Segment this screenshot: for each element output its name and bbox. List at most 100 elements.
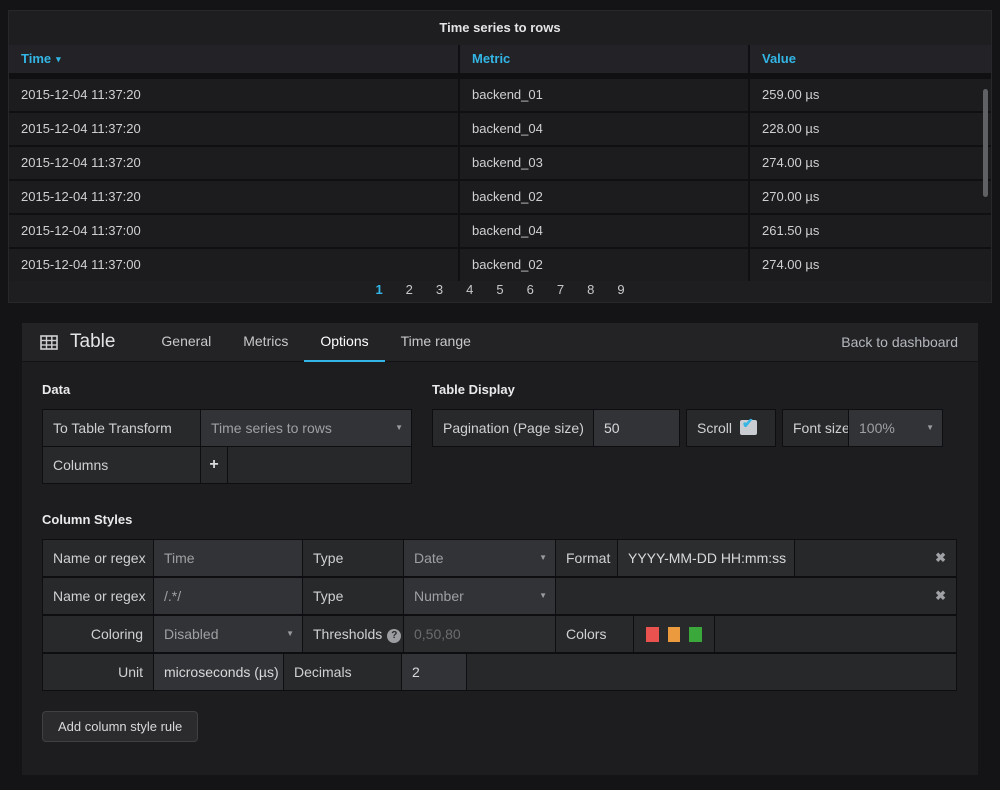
page-number-4[interactable]: 4	[466, 282, 473, 297]
pagination-size-label: Pagination (Page size)	[433, 410, 593, 446]
decimals-input[interactable]: 2	[402, 654, 466, 690]
cell-value: 274.00 µs	[750, 147, 991, 179]
transform-label: To Table Transform	[43, 410, 200, 446]
page-number-5[interactable]: 5	[496, 282, 503, 297]
cell-time: 2015-12-04 11:37:20	[9, 113, 458, 145]
color-swatches	[634, 616, 714, 652]
column-styles-heading: Column Styles	[42, 512, 958, 527]
editor-tabbar: Table General Metrics Options Time range…	[22, 323, 978, 362]
rule2-name-input[interactable]: /.*/	[154, 578, 302, 614]
cell-value: 270.00 µs	[750, 181, 991, 213]
chevron-down-icon: ▼	[539, 578, 547, 614]
threshold-color-red-swatch[interactable]	[646, 627, 659, 642]
unit-label: Unit	[43, 654, 153, 690]
table-display-section: Table Display Pagination (Page size) 50 …	[432, 382, 958, 484]
cell-value: 259.00 µs	[750, 79, 991, 111]
column-styles-grid: Name or regex Time Type Date ▼ Format YY…	[42, 539, 958, 691]
rule1-remove-icon[interactable]: ✖	[935, 540, 946, 576]
threshold-color-orange-swatch[interactable]	[668, 627, 681, 642]
columns-label: Columns	[43, 447, 200, 483]
rule2-filler: ✖	[556, 578, 956, 614]
columns-filler	[228, 447, 411, 483]
editor-content: Data To Table Transform Time series to r…	[22, 362, 978, 762]
cell-value: 274.00 µs	[750, 249, 991, 281]
pagination-size-input[interactable]: 50	[594, 410, 679, 446]
threshold-color-green-swatch[interactable]	[689, 627, 702, 642]
page-number-9[interactable]: 9	[617, 282, 624, 297]
cell-time: 2015-12-04 11:37:00	[9, 215, 458, 247]
rule2-remove-icon[interactable]: ✖	[935, 578, 946, 614]
rule2-type-select[interactable]: Number ▼	[404, 578, 555, 614]
sort-desc-icon: ▾	[56, 54, 61, 64]
chevron-down-icon: ▼	[926, 410, 934, 446]
page-number-6[interactable]: 6	[527, 282, 534, 297]
cell-metric: backend_04	[460, 215, 748, 247]
data-form: To Table Transform Time series to rows ▼…	[42, 409, 412, 484]
scroll-toggle-cell: Scroll✔	[687, 410, 775, 446]
data-heading: Data	[42, 382, 432, 397]
rule1-type-select[interactable]: Date ▼	[404, 540, 555, 576]
cell-value: 228.00 µs	[750, 113, 991, 145]
cell-time: 2015-12-04 11:37:20	[9, 79, 458, 111]
coloring-label: Coloring	[43, 616, 153, 652]
cell-metric: backend_03	[460, 147, 748, 179]
editor-panel-type-title: Table	[70, 331, 115, 353]
tab-time-range[interactable]: Time range	[385, 323, 487, 362]
scroll-checkbox[interactable]: ✔	[740, 420, 757, 435]
chevron-down-icon: ▼	[539, 540, 547, 576]
table-panel: Time series to rows Time▾ Metric Value 2…	[8, 10, 992, 303]
page-number-8[interactable]: 8	[587, 282, 594, 297]
page-number-3[interactable]: 3	[436, 282, 443, 297]
chevron-down-icon: ▼	[286, 616, 294, 652]
rule1-name-label: Name or regex	[43, 540, 153, 576]
cell-value: 261.50 µs	[750, 215, 991, 247]
column-header-time[interactable]: Time▾	[9, 45, 458, 73]
page-number-2[interactable]: 2	[406, 282, 413, 297]
table-grid-icon	[40, 335, 58, 350]
rule2-type-label: Type	[303, 578, 403, 614]
coloring-select[interactable]: Disabled ▼	[154, 616, 302, 652]
thresholds-input[interactable]: 0,50,80	[404, 616, 555, 652]
page-number-7[interactable]: 7	[557, 282, 564, 297]
cell-time: 2015-12-04 11:37:20	[9, 147, 458, 179]
thresholds-label: Thresholds?	[303, 616, 403, 652]
transform-select[interactable]: Time series to rows ▼	[201, 410, 411, 446]
font-size-select[interactable]: 100% ▼	[849, 410, 942, 446]
rule1-type-label: Type	[303, 540, 403, 576]
panel-title: Time series to rows	[9, 11, 991, 44]
cell-time: 2015-12-04 11:37:00	[9, 249, 458, 281]
panel-editor: Table General Metrics Options Time range…	[22, 323, 978, 775]
rule1-name-input[interactable]: Time	[154, 540, 302, 576]
check-icon: ✔	[742, 413, 754, 433]
decimals-label: Decimals	[284, 654, 401, 690]
rule1-filler: ✖	[795, 540, 956, 576]
font-size-label: Font size	[783, 410, 848, 446]
column-header-metric[interactable]: Metric	[460, 45, 748, 73]
coloring-filler	[715, 616, 956, 652]
tab-options[interactable]: Options	[304, 323, 384, 362]
colors-label: Colors	[556, 616, 633, 652]
unit-select[interactable]: microseconds (µs)	[154, 654, 283, 690]
table-grid: Time▾ Metric Value 2015-12-04 11:37:20 b…	[9, 45, 991, 281]
cell-time: 2015-12-04 11:37:20	[9, 181, 458, 213]
data-section: Data To Table Transform Time series to r…	[42, 382, 432, 484]
page-number-1[interactable]: 1	[375, 282, 382, 297]
column-header-value[interactable]: Value	[750, 45, 991, 73]
unit-filler	[467, 654, 956, 690]
add-column-button[interactable]: +	[201, 447, 227, 483]
tab-general[interactable]: General	[145, 323, 227, 362]
rule1-format-select[interactable]: YYYY-MM-DD HH:mm:ss	[618, 540, 794, 576]
table-scrollbar-thumb[interactable]	[983, 89, 988, 197]
chevron-down-icon: ▼	[395, 410, 403, 446]
table-display-heading: Table Display	[432, 382, 958, 397]
cell-metric: backend_04	[460, 113, 748, 145]
cell-metric: backend_02	[460, 181, 748, 213]
help-icon[interactable]: ?	[387, 629, 401, 643]
cell-metric: backend_01	[460, 79, 748, 111]
rule1-format-label: Format	[556, 540, 617, 576]
back-to-dashboard-link[interactable]: Back to dashboard	[841, 334, 964, 350]
pagination: 1 2 3 4 5 6 7 8 9	[9, 282, 991, 297]
add-column-style-rule-button[interactable]: Add column style rule	[42, 711, 198, 742]
rule2-name-label: Name or regex	[43, 578, 153, 614]
tab-metrics[interactable]: Metrics	[227, 323, 304, 362]
